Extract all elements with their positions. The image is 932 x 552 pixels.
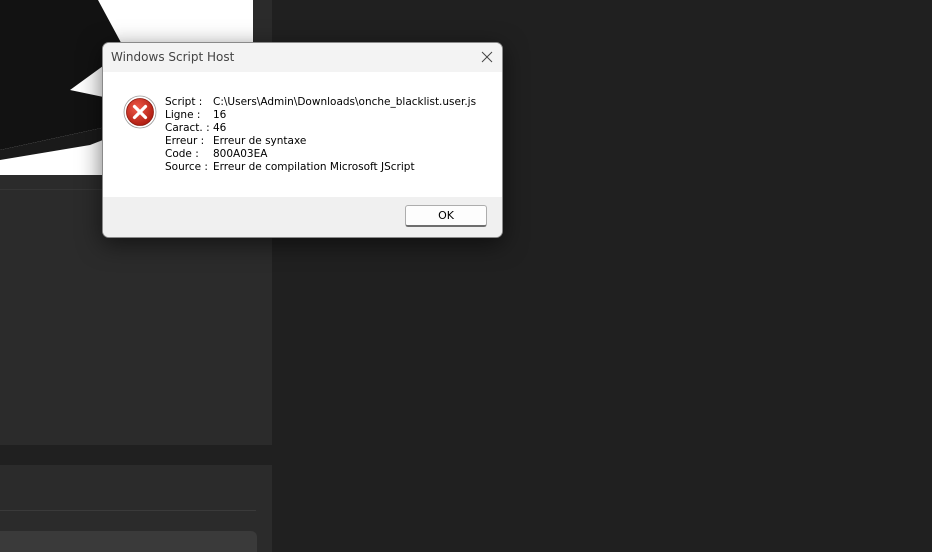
detail-value: 800A03EA (213, 148, 268, 160)
detail-label: Code : (165, 148, 199, 160)
detail-label: Erreur : (165, 135, 205, 147)
detail-label: Caract. : (165, 122, 210, 134)
close-icon (481, 51, 493, 63)
detail-row-line: Ligne : 16 (165, 109, 476, 122)
ok-button[interactable]: OK (405, 205, 487, 227)
detail-row-char: Caract. : 46 (165, 122, 476, 135)
detail-value: Erreur de compilation Microsoft JScript (213, 161, 415, 173)
close-button[interactable] (475, 46, 499, 68)
error-icon (123, 95, 157, 129)
background-input-field[interactable] (0, 531, 257, 552)
detail-value: 16 (213, 109, 227, 121)
screen: Windows Script Host Script: C:\Users\Ad… (0, 0, 932, 552)
detail-label: Source : (165, 161, 208, 173)
detail-row-script: Script : C:\Users\Admin\Downloads\onche_… (165, 96, 476, 109)
detail-label: Script : (165, 96, 203, 108)
detail-row-code: Code : 800A03EA (165, 148, 476, 161)
dialog-body: Script : C:\Users\Admin\Downloads\onche_… (103, 72, 502, 197)
detail-value: 46 (213, 122, 227, 134)
dialog-title: Windows Script Host (111, 50, 235, 64)
script-error-dialog: Windows Script Host Script: C:\Users\Ad… (102, 42, 503, 238)
background-lower-divider (0, 510, 256, 511)
detail-value: Erreur de syntaxe (213, 135, 307, 147)
detail-label: Ligne : (165, 109, 201, 121)
error-details: Script : C:\Users\Admin\Downloads\onche_… (165, 96, 476, 174)
dialog-footer: OK (103, 197, 502, 237)
detail-row-error: Erreur : Erreur de syntaxe (165, 135, 476, 148)
dialog-titlebar[interactable]: Windows Script Host (103, 43, 502, 72)
detail-row-source: Source : Erreur de compilation Microsoft… (165, 161, 476, 174)
detail-value: C:\Users\Admin\Downloads\onche_blacklist… (213, 96, 477, 108)
